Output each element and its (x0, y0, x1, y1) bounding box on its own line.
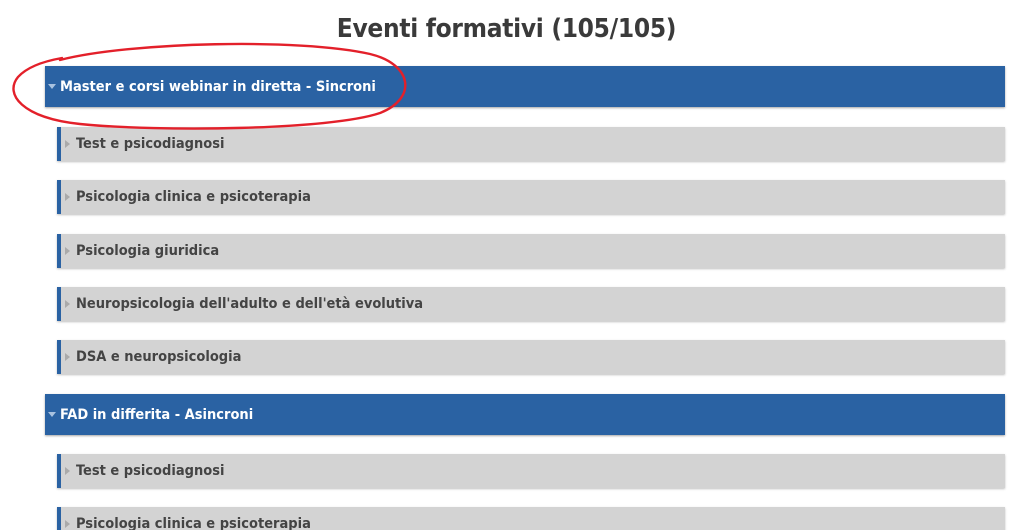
list-item-label: Neuropsicologia dell'adulto e dell'età e… (76, 296, 424, 312)
section-header-sincroni[interactable]: Master e corsi webinar in diretta - Sinc… (45, 66, 1005, 107)
section-header-label: FAD in differita - Asincroni (60, 406, 254, 423)
section-header-asincroni[interactable]: FAD in differita - Asincroni (45, 394, 1005, 435)
list-item-label: Test e psicodiagnosi (76, 463, 225, 479)
list-item-label: Psicologia giuridica (76, 243, 220, 259)
caret-right-icon (65, 193, 70, 201)
page-title: Eventi formativi (105/105) (336, 14, 677, 44)
section-header-label: Master e corsi webinar in diretta - Sinc… (60, 78, 376, 95)
list-item-neuropsicologia[interactable]: Neuropsicologia dell'adulto e dell'età e… (57, 287, 1005, 321)
list-item-psicologia-clinica[interactable]: Psicologia clinica e psicoterapia (57, 507, 1005, 530)
list-item-label: Test e psicodiagnosi (76, 136, 225, 152)
page: Eventi formativi (105/105) Master e cors… (0, 0, 1013, 530)
caret-right-icon (65, 520, 70, 528)
list-item-psicologia-clinica[interactable]: Psicologia clinica e psicoterapia (57, 180, 1005, 214)
caret-right-icon (65, 300, 70, 308)
caret-right-icon (65, 353, 70, 361)
caret-right-icon (65, 140, 70, 148)
caret-right-icon (65, 247, 70, 255)
list-item-label: DSA e neuropsicologia (76, 349, 242, 365)
list-item-psicologia-giuridica[interactable]: Psicologia giuridica (57, 234, 1005, 268)
caret-right-icon (65, 467, 70, 475)
list-item-test-psicodiagnosi[interactable]: Test e psicodiagnosi (57, 454, 1005, 488)
list-item-label: Psicologia clinica e psicoterapia (76, 189, 311, 205)
list-item-dsa[interactable]: DSA e neuropsicologia (57, 340, 1005, 374)
list-item-label: Psicologia clinica e psicoterapia (76, 516, 311, 530)
list-item-test-psicodiagnosi[interactable]: Test e psicodiagnosi (57, 127, 1005, 161)
caret-down-icon (48, 412, 56, 417)
caret-down-icon (48, 84, 56, 89)
